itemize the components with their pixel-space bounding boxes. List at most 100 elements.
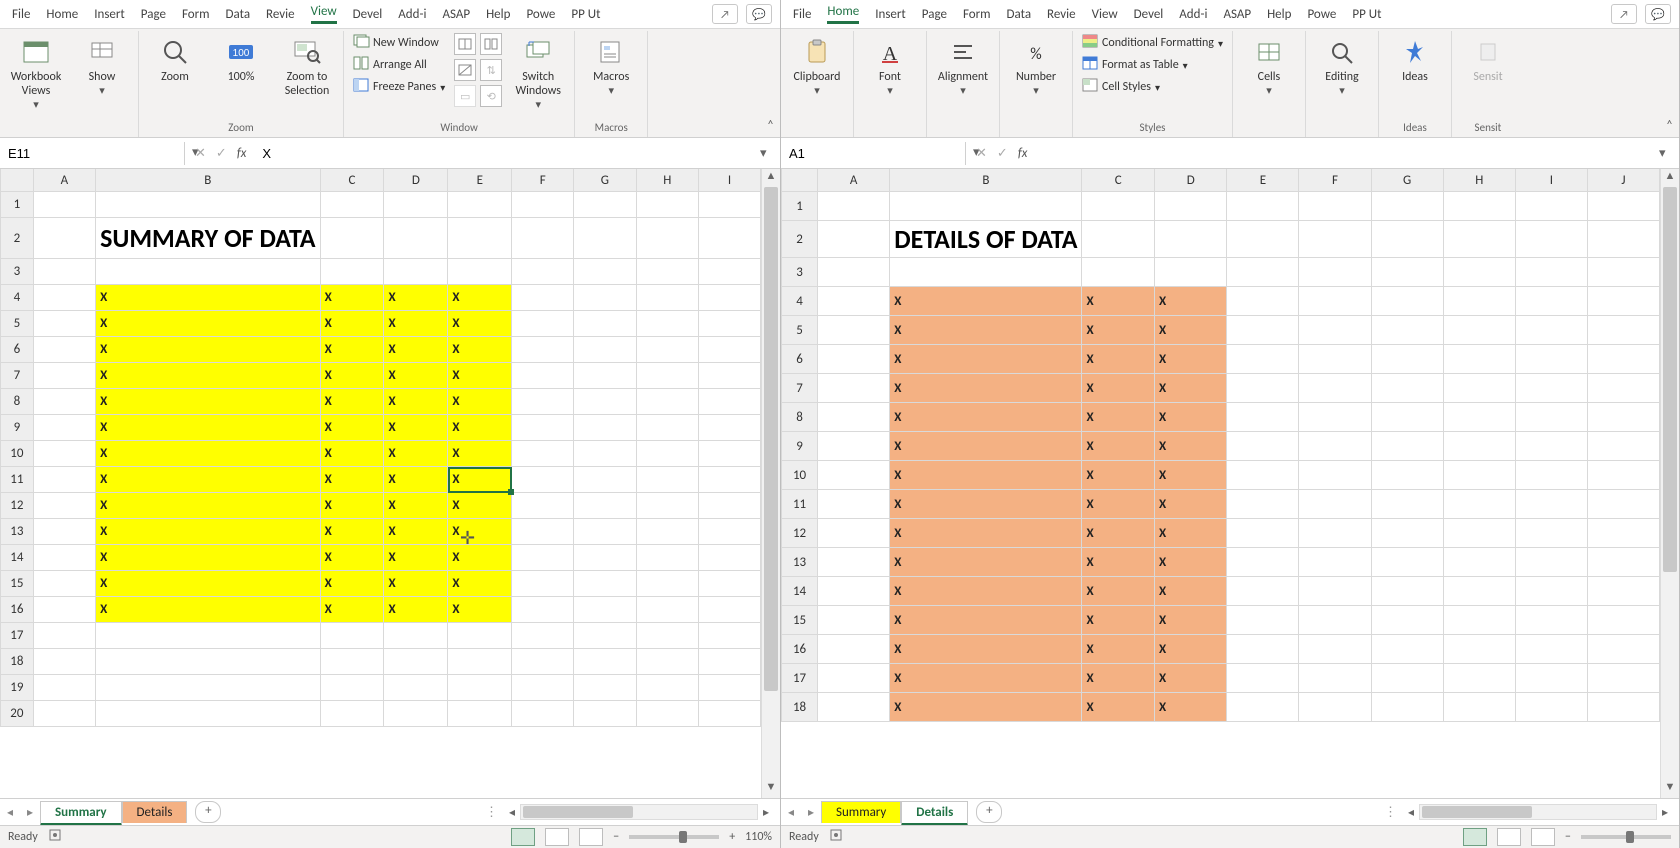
cell[interactable] bbox=[636, 285, 698, 311]
reset-window-button[interactable]: ⟲ bbox=[480, 85, 502, 107]
cell[interactable] bbox=[1515, 192, 1587, 221]
formula-input-left[interactable] bbox=[256, 142, 754, 165]
page-layout-view-right-button[interactable] bbox=[1497, 828, 1521, 846]
cell[interactable] bbox=[818, 432, 890, 461]
cell[interactable] bbox=[33, 649, 95, 675]
zoom-100-button[interactable]: 100 100% bbox=[211, 33, 271, 87]
cell[interactable] bbox=[33, 597, 95, 623]
cell[interactable] bbox=[1515, 345, 1587, 374]
scroll-up-right-icon[interactable]: ▲ bbox=[1661, 169, 1679, 187]
cell[interactable] bbox=[1299, 548, 1371, 577]
cell[interactable] bbox=[636, 493, 698, 519]
select-all-cell[interactable] bbox=[1, 169, 34, 192]
column-header[interactable]: C bbox=[1082, 169, 1154, 192]
cancel-formula-icon[interactable]: ✕ bbox=[195, 146, 206, 161]
cell[interactable] bbox=[512, 218, 574, 259]
cell[interactable]: X bbox=[1082, 374, 1154, 403]
cell[interactable]: X bbox=[320, 545, 384, 571]
cell[interactable] bbox=[1515, 403, 1587, 432]
share-icon[interactable]: ↗ bbox=[1611, 4, 1637, 24]
cell[interactable] bbox=[1299, 461, 1371, 490]
cell[interactable]: X bbox=[1154, 577, 1226, 606]
cell[interactable] bbox=[1587, 548, 1659, 577]
cell[interactable] bbox=[699, 519, 761, 545]
column-header[interactable]: I bbox=[699, 169, 761, 192]
cell[interactable] bbox=[1443, 635, 1515, 664]
cell[interactable] bbox=[1371, 664, 1443, 693]
cell[interactable] bbox=[33, 415, 95, 441]
cell[interactable] bbox=[636, 649, 698, 675]
cell[interactable] bbox=[818, 548, 890, 577]
cell[interactable] bbox=[1443, 519, 1515, 548]
cell[interactable]: X bbox=[96, 415, 321, 441]
cell[interactable] bbox=[320, 259, 384, 285]
cell[interactable]: X bbox=[1154, 403, 1226, 432]
row-header[interactable]: 5 bbox=[1, 311, 34, 337]
cell[interactable]: X bbox=[1154, 432, 1226, 461]
alignment-button[interactable]: Alignment▾ bbox=[933, 33, 993, 99]
cell[interactable]: X bbox=[890, 519, 1082, 548]
cell[interactable] bbox=[512, 441, 574, 467]
cell[interactable] bbox=[96, 259, 321, 285]
ribbon-tab-revie[interactable]: Revie bbox=[1039, 3, 1084, 26]
cell[interactable] bbox=[512, 701, 574, 727]
zoom-out-right-button[interactable]: − bbox=[1565, 830, 1571, 844]
cell[interactable] bbox=[384, 675, 448, 701]
cell[interactable] bbox=[512, 415, 574, 441]
row-header[interactable]: 10 bbox=[782, 461, 818, 490]
horizontal-scrollbar-right[interactable]: ◂ ▸ bbox=[1403, 804, 1673, 820]
cell[interactable] bbox=[33, 192, 95, 218]
cell[interactable] bbox=[818, 192, 890, 221]
cell[interactable] bbox=[1227, 519, 1299, 548]
workbook-views-button[interactable]: Workbook Views▾ bbox=[6, 33, 66, 113]
cell[interactable] bbox=[1443, 432, 1515, 461]
cell[interactable] bbox=[1587, 403, 1659, 432]
formula-input-right[interactable] bbox=[1037, 142, 1653, 165]
cell[interactable] bbox=[384, 649, 448, 675]
cell[interactable] bbox=[699, 675, 761, 701]
cell-styles-button[interactable]: Cell Styles ▾ bbox=[1079, 77, 1226, 97]
cell[interactable]: X bbox=[384, 545, 448, 571]
cell[interactable] bbox=[33, 441, 95, 467]
select-all-cell[interactable] bbox=[782, 169, 818, 192]
name-box-left[interactable] bbox=[0, 142, 192, 165]
cell[interactable]: X bbox=[1082, 693, 1154, 722]
cell[interactable]: X bbox=[96, 467, 321, 493]
cell[interactable]: X bbox=[448, 467, 512, 493]
cell[interactable]: X bbox=[384, 519, 448, 545]
cell[interactable]: X bbox=[1082, 345, 1154, 374]
ribbon-tab-view[interactable]: View bbox=[303, 0, 345, 28]
cell[interactable] bbox=[384, 259, 448, 285]
cell[interactable] bbox=[890, 192, 1082, 221]
cell[interactable] bbox=[1515, 635, 1587, 664]
cell[interactable] bbox=[448, 649, 512, 675]
cell[interactable] bbox=[636, 363, 698, 389]
cell[interactable] bbox=[320, 649, 384, 675]
cell[interactable]: X bbox=[1154, 490, 1226, 519]
cell[interactable] bbox=[699, 597, 761, 623]
cell[interactable] bbox=[574, 192, 636, 218]
cell[interactable] bbox=[512, 597, 574, 623]
ribbon-tab-data[interactable]: Data bbox=[218, 3, 259, 26]
cell[interactable] bbox=[1154, 192, 1226, 221]
row-header[interactable]: 13 bbox=[782, 548, 818, 577]
row-header[interactable]: 10 bbox=[1, 441, 34, 467]
cell[interactable] bbox=[1443, 548, 1515, 577]
new-window-button[interactable]: New Window bbox=[350, 33, 448, 53]
cell[interactable] bbox=[1227, 374, 1299, 403]
cell[interactable]: X bbox=[1082, 664, 1154, 693]
row-header[interactable]: 16 bbox=[782, 635, 818, 664]
cell[interactable] bbox=[512, 623, 574, 649]
cell[interactable] bbox=[1443, 461, 1515, 490]
cell[interactable] bbox=[1443, 693, 1515, 722]
cell[interactable] bbox=[1371, 345, 1443, 374]
add-sheet-button[interactable]: + bbox=[195, 801, 221, 823]
cell[interactable] bbox=[1443, 403, 1515, 432]
column-header[interactable]: E bbox=[1227, 169, 1299, 192]
cell[interactable]: X bbox=[96, 311, 321, 337]
cell[interactable]: X bbox=[320, 441, 384, 467]
cell[interactable] bbox=[1371, 432, 1443, 461]
show-button[interactable]: Show▾ bbox=[72, 33, 132, 99]
cell[interactable] bbox=[512, 311, 574, 337]
cell[interactable] bbox=[1515, 664, 1587, 693]
